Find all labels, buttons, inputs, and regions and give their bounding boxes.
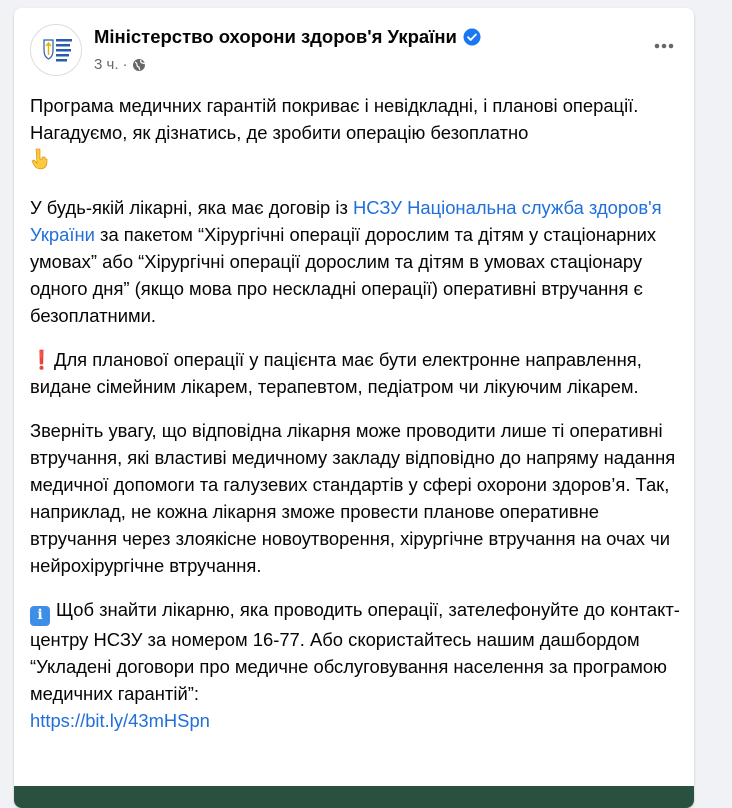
paragraph-4-text: Зверніть увагу, що відповідна лікарня мо…: [30, 420, 676, 576]
post-card: Міністерство охорони здоров'я України 3 …: [14, 8, 694, 808]
verified-badge-icon: [463, 28, 481, 46]
dashboard-link[interactable]: https://bit.ly/43mHSpn: [30, 710, 210, 731]
paragraph-5: i Щоб знайти лікарню, яка проводить опера…: [30, 596, 680, 734]
post-header: Міністерство охорони здоров'я України 3 …: [30, 20, 678, 80]
post-text: Програма медичних гарантій покриває і не…: [30, 92, 680, 751]
paragraph-4: Зверніть увагу, що відповідна лікарня мо…: [30, 417, 680, 579]
paragraph-2-text-end: за пакетом “Хірургічні операції дорослим…: [30, 224, 657, 326]
moh-logo-icon: [43, 39, 72, 62]
post-image[interactable]: [14, 786, 694, 808]
page-avatar[interactable]: [30, 24, 82, 76]
info-emoji-icon: i: [30, 605, 50, 626]
page-name[interactable]: Міністерство охорони здоров'я України: [94, 26, 457, 48]
meta-separator: ·: [122, 56, 128, 73]
paragraph-3-text: Для планової операції у пацієнта має бут…: [30, 349, 642, 397]
point-down-emoji-icon: [30, 148, 50, 177]
paragraph-3: ❗Для планової операції у пацієнта має бу…: [30, 346, 680, 400]
paragraph-5-text: Щоб знайти лікарню, яка проводить операц…: [30, 599, 680, 704]
more-options-button[interactable]: [646, 28, 682, 64]
page-name-link[interactable]: Міністерство охорони здоров'я України: [94, 26, 481, 48]
post-time[interactable]: 3 ч.: [94, 56, 119, 73]
post-meta: 3 ч. ·: [94, 56, 146, 73]
paragraph-2: У будь-якій лікарні, яка має договір із …: [30, 194, 680, 329]
exclamation-emoji-icon: ❗: [30, 349, 53, 370]
paragraph-1: Програма медичних гарантій покриває і не…: [30, 92, 680, 177]
more-options-icon: [654, 43, 674, 49]
paragraph-1-text: Програма медичних гарантій покриває і не…: [30, 95, 639, 143]
globe-icon[interactable]: [132, 58, 146, 72]
paragraph-2-text-start: У будь-якій лікарні, яка має договір із: [30, 197, 354, 218]
